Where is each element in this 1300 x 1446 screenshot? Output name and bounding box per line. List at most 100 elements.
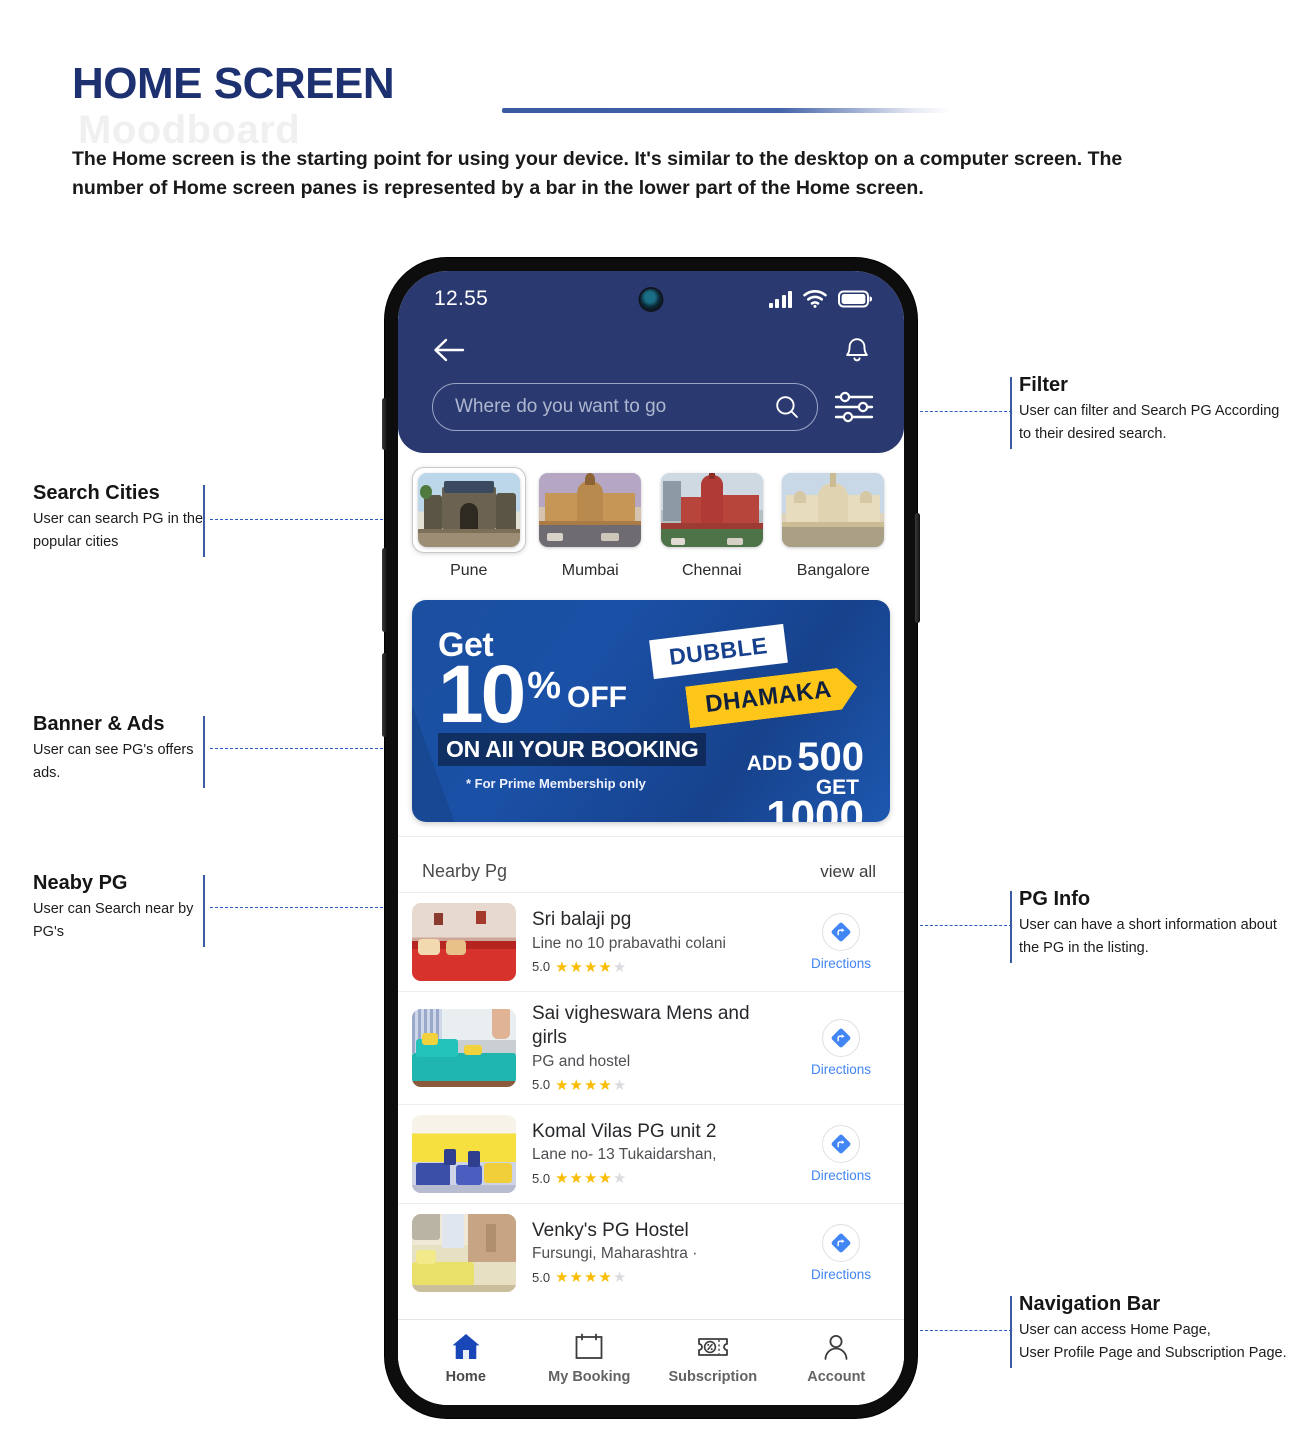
front-camera-icon <box>640 289 662 310</box>
directions-button[interactable]: Directions <box>800 1018 882 1077</box>
annotation-navigation-bar: Navigation Bar User can access Home Page… <box>1019 1293 1300 1366</box>
directions-button[interactable]: Directions <box>800 1223 882 1282</box>
battery-full-icon <box>838 290 872 308</box>
app-body: Pune Mumbai Chennai Bangalore Get 10 % O… <box>398 453 904 1405</box>
nearby-section-title: Nearby Pg <box>422 861 508 881</box>
banner-off-label: OFF <box>567 681 628 714</box>
pg-rating-stars: ★★★★★ <box>555 1269 628 1287</box>
banner-note: * For Prime Membership only <box>466 776 646 792</box>
city-frame <box>776 467 890 553</box>
leader-line-pg-info <box>920 925 1012 926</box>
pg-rating-score: 5.0 <box>532 1170 551 1186</box>
directions-icon-circle <box>822 1223 860 1262</box>
phone-button-volume-up[interactable] <box>382 548 387 632</box>
city-name: Pune <box>450 562 488 579</box>
annotation-desc-line2: the PG in the listing. <box>1019 940 1149 957</box>
pg-name: Komal Vilas PG unit 2 <box>532 1120 717 1142</box>
phone-mockup: 12.55 Where do you want to go Pune Mumba… <box>382 258 920 1418</box>
directions-arrow-icon <box>831 1233 851 1252</box>
pg-info: Komal Vilas PG unit 2 Lane no- 13 Tukaid… <box>532 1120 784 1188</box>
pg-info: Sri balaji pg Line no 10 prabavathi cola… <box>532 908 784 976</box>
city-name: Chennai <box>681 562 742 579</box>
pg-rating: 5.0 ★★★★★ <box>532 1076 784 1094</box>
banner-tag-dhamaka: DHAMAKA <box>685 666 860 729</box>
nav-item-account[interactable]: Account <box>775 1332 899 1385</box>
promo-banner[interactable]: Get 10 % OFF ON AII YOUR BOOKING * For P… <box>412 600 890 822</box>
ticket-icon <box>697 1338 728 1356</box>
status-time: 12.55 <box>434 287 489 310</box>
leader-line-navigation <box>920 1330 1012 1331</box>
city-card-bangalore[interactable]: Bangalore <box>775 467 893 580</box>
title-underline-rule <box>502 108 950 113</box>
search-placeholder: Where do you want to go <box>455 396 667 417</box>
city-card-pune[interactable]: Pune <box>410 467 528 580</box>
search-icon[interactable] <box>773 393 801 421</box>
table-row[interactable]: Sri balaji pg Line no 10 prabavathi cola… <box>398 892 904 991</box>
annotation-bar-search-cities <box>203 485 205 557</box>
city-thumbnail <box>660 473 763 547</box>
pg-rating: 5.0 ★★★★★ <box>532 958 784 976</box>
phone-button-mute[interactable] <box>382 398 387 450</box>
view-all-link[interactable]: view all <box>820 862 876 882</box>
phone-button-power[interactable] <box>915 513 920 623</box>
app-header: 12.55 Where do you want to go <box>398 271 904 453</box>
nav-item-home[interactable]: Home <box>404 1332 528 1385</box>
nav-item-subscription[interactable]: Subscription <box>651 1332 775 1385</box>
pg-rating-score: 5.0 <box>532 1269 551 1285</box>
directions-label: Directions <box>810 956 872 971</box>
annotation-desc-line1: User can access Home Page, <box>1019 1322 1211 1338</box>
annotation-desc-line1: User can have a short information about <box>1019 917 1277 933</box>
back-arrow-icon[interactable] <box>432 337 466 363</box>
pg-thumbnail <box>412 1008 516 1087</box>
city-thumbnail <box>539 473 642 547</box>
pg-thumbnail <box>412 903 516 981</box>
pg-name: Sri balaji pg <box>532 909 632 931</box>
bell-icon[interactable] <box>844 336 870 364</box>
pg-rating-stars: ★★★★★ <box>555 1170 628 1188</box>
city-card-mumbai[interactable]: Mumbai <box>532 467 650 580</box>
pg-address: Line no 10 prabavathi colani <box>532 934 726 952</box>
annotation-title: PG Info <box>1019 888 1091 910</box>
nav-label: My Booking <box>548 1369 631 1385</box>
directions-button[interactable]: Directions <box>800 1124 882 1183</box>
search-row: Where do you want to go <box>398 373 904 431</box>
pg-rating: 5.0 ★★★★★ <box>532 1169 784 1187</box>
city-name: Mumbai <box>561 562 619 579</box>
leader-line-search-cities <box>210 519 388 520</box>
leader-line-banner-ads <box>210 748 388 749</box>
directions-label: Directions <box>810 1266 872 1282</box>
pg-name: Sai vigheswara Mens and girls <box>532 1003 750 1048</box>
pg-info: Venky's PG Hostel Fursungi, Maharashtra … <box>532 1219 784 1287</box>
annotation-bar-filter <box>1010 377 1012 449</box>
pg-thumbnail <box>412 1213 516 1292</box>
city-frame <box>533 467 647 553</box>
table-row[interactable]: Venky's PG Hostel Fursungi, Maharashtra … <box>398 1202 904 1302</box>
directions-button[interactable]: Directions <box>800 913 882 971</box>
table-row[interactable]: Komal Vilas PG unit 2 Lane no- 13 Tukaid… <box>398 1103 904 1203</box>
phone-button-volume-down[interactable] <box>382 653 387 737</box>
search-input[interactable]: Where do you want to go <box>432 383 818 431</box>
annotation-filter: Filter User can filter and Search PG Acc… <box>1019 374 1289 447</box>
app-nav-row <box>398 327 904 373</box>
filter-sliders-icon[interactable] <box>834 388 874 426</box>
pg-address: PG and hostel <box>532 1052 631 1070</box>
banner-get-value: 1000 <box>766 791 864 822</box>
banner-add-label: ADD <box>746 752 793 775</box>
page-title: HOME SCREEN <box>72 59 395 108</box>
pg-info: Sai vigheswara Mens and girls PG and hos… <box>532 1002 784 1094</box>
city-card-chennai[interactable]: Chennai <box>653 467 771 580</box>
directions-arrow-icon <box>831 1028 851 1048</box>
annotation-desc-line1: User can filter and Search PG According <box>1019 403 1280 419</box>
annotation-pg-info: PG Info User can have a short informatio… <box>1019 888 1299 961</box>
annotation-bar-navigation <box>1010 1296 1012 1368</box>
nav-label: Home <box>445 1369 486 1385</box>
status-icons <box>768 290 872 308</box>
page-description: The Home screen is the starting point fo… <box>72 148 1123 199</box>
city-list: Pune Mumbai Chennai Bangalore <box>398 453 904 580</box>
pg-rating-stars: ★★★★★ <box>555 958 628 976</box>
pg-rating-score: 5.0 <box>532 1077 551 1092</box>
leader-line-nearby-pg <box>210 907 388 908</box>
nav-item-my-booking[interactable]: My Booking <box>528 1332 652 1385</box>
table-row[interactable]: Sai vigheswara Mens and girls PG and hos… <box>398 991 904 1104</box>
annotation-bar-nearby-pg <box>203 875 205 947</box>
